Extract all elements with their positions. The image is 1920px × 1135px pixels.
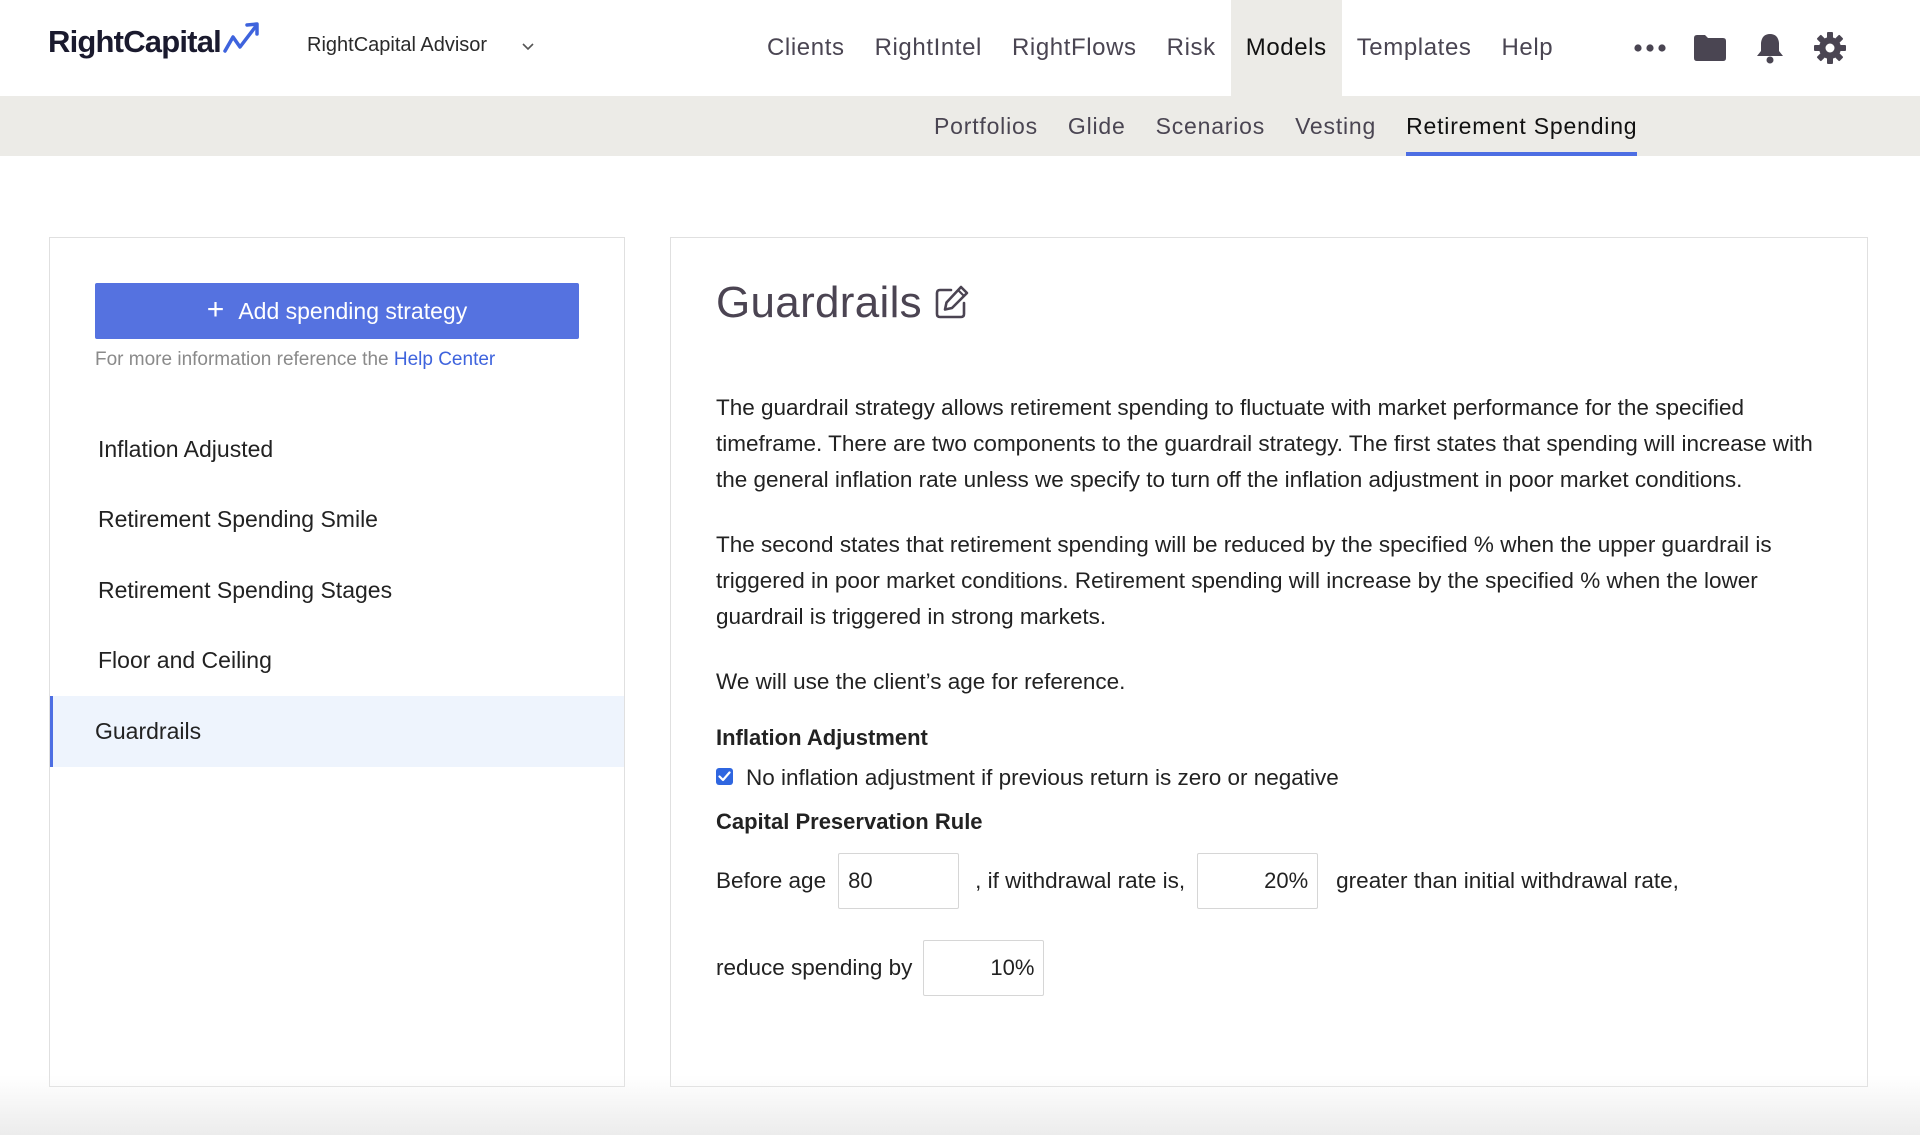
chevron-down-icon <box>521 39 535 57</box>
reduce-spending-input[interactable] <box>923 940 1045 996</box>
description-paragraph-1: The guardrail strategy allows retirement… <box>716 395 1813 492</box>
plus-icon: + <box>206 292 225 326</box>
nav-icon-group <box>1620 0 1860 96</box>
page-title: Guardrails <box>716 278 922 327</box>
nav-item-rightflows[interactable]: RightFlows <box>997 0 1152 96</box>
inflation-adjustment-heading: Inflation Adjustment <box>716 725 928 750</box>
strategy-item-spending-stages[interactable]: Retirement Spending Stages <box>50 555 624 626</box>
add-spending-strategy-button[interactable]: + Add spending strategy <box>95 283 579 339</box>
nav-item-templates[interactable]: Templates <box>1342 0 1487 96</box>
edit-icon[interactable] <box>934 284 970 325</box>
advisor-name: RightCapital Advisor <box>307 34 488 56</box>
nav-item-help[interactable]: Help <box>1487 0 1569 96</box>
inflation-checkbox[interactable] <box>716 767 733 785</box>
reduce-spending-label: reduce spending by <box>716 955 913 980</box>
inflation-checkbox-label: No inflation adjustment if previous retu… <box>746 765 1339 790</box>
help-prefix: For more information reference the <box>95 349 389 370</box>
strategy-item-guardrails[interactable]: Guardrails <box>50 696 624 767</box>
tab-glide[interactable]: Glide <box>1068 96 1126 156</box>
capital-preservation-row-1: Before age , if withdrawal rate is, grea… <box>716 853 1826 909</box>
description-paragraph-3: We will use the client’s age for referen… <box>716 669 1126 694</box>
advisor-selector[interactable]: RightCapital Advisor <box>307 34 535 57</box>
sub-navigation-bar: Portfolios Glide Scenarios Vesting Retir… <box>0 96 1920 156</box>
inflation-checkbox-row: No inflation adjustment if previous retu… <box>716 765 1826 791</box>
nav-item-clients[interactable]: Clients <box>752 0 860 96</box>
gear-icon[interactable] <box>1800 31 1860 65</box>
help-center-link[interactable]: Help Center <box>394 349 495 370</box>
help-text: For more information reference the Help … <box>95 349 495 371</box>
title-row: Guardrails <box>716 278 970 328</box>
tab-portfolios[interactable]: Portfolios <box>934 96 1038 156</box>
detail-content: The guardrail strategy allows retirement… <box>716 390 1826 996</box>
bell-icon[interactable] <box>1740 32 1800 64</box>
tab-vesting[interactable]: Vesting <box>1295 96 1376 156</box>
main-nav: Clients RightIntel RightFlows Risk Model… <box>752 0 1568 96</box>
strategy-item-floor-and-ceiling[interactable]: Floor and Ceiling <box>50 626 624 697</box>
strategy-item-spending-smile[interactable]: Retirement Spending Smile <box>50 485 624 556</box>
logo-text: RightCapital <box>48 24 222 59</box>
capital-preservation-heading: Capital Preservation Rule <box>716 809 983 834</box>
strategy-item-inflation-adjusted[interactable]: Inflation Adjusted <box>50 414 624 485</box>
strategy-detail-panel: Guardrails The guardrail strategy allows… <box>670 237 1868 1087</box>
nav-item-risk[interactable]: Risk <box>1152 0 1231 96</box>
withdrawal-rate-label: , if withdrawal rate is, <box>975 868 1186 893</box>
nav-item-models[interactable]: Models <box>1230 0 1342 96</box>
nav-item-rightintel[interactable]: RightIntel <box>860 0 997 96</box>
rightcapital-logo[interactable]: RightCapital <box>48 21 263 60</box>
strategy-list: Inflation Adjusted Retirement Spending S… <box>50 414 624 767</box>
greater-than-label: greater than initial withdrawal rate, <box>1336 868 1679 893</box>
folder-icon[interactable] <box>1680 34 1740 62</box>
logo-arrow-icon <box>223 21 263 60</box>
age-input[interactable] <box>838 853 960 909</box>
sub-nav: Portfolios Glide Scenarios Vesting Retir… <box>919 96 1652 156</box>
tab-retirement-spending[interactable]: Retirement Spending <box>1406 96 1638 156</box>
before-age-label: Before age <box>716 868 827 893</box>
description-paragraph-2: The second states that retirement spendi… <box>716 532 1772 629</box>
add-button-label: Add spending strategy <box>238 297 468 324</box>
withdrawal-rate-input[interactable] <box>1197 853 1319 909</box>
tab-scenarios[interactable]: Scenarios <box>1156 96 1265 156</box>
capital-preservation-row-2: reduce spending by <box>716 940 1826 996</box>
more-icon[interactable] <box>1620 43 1680 53</box>
strategy-sidebar: + Add spending strategy For more informa… <box>49 237 625 1087</box>
top-navigation-bar: RightCapital RightCapital Advisor Client… <box>0 0 1920 96</box>
